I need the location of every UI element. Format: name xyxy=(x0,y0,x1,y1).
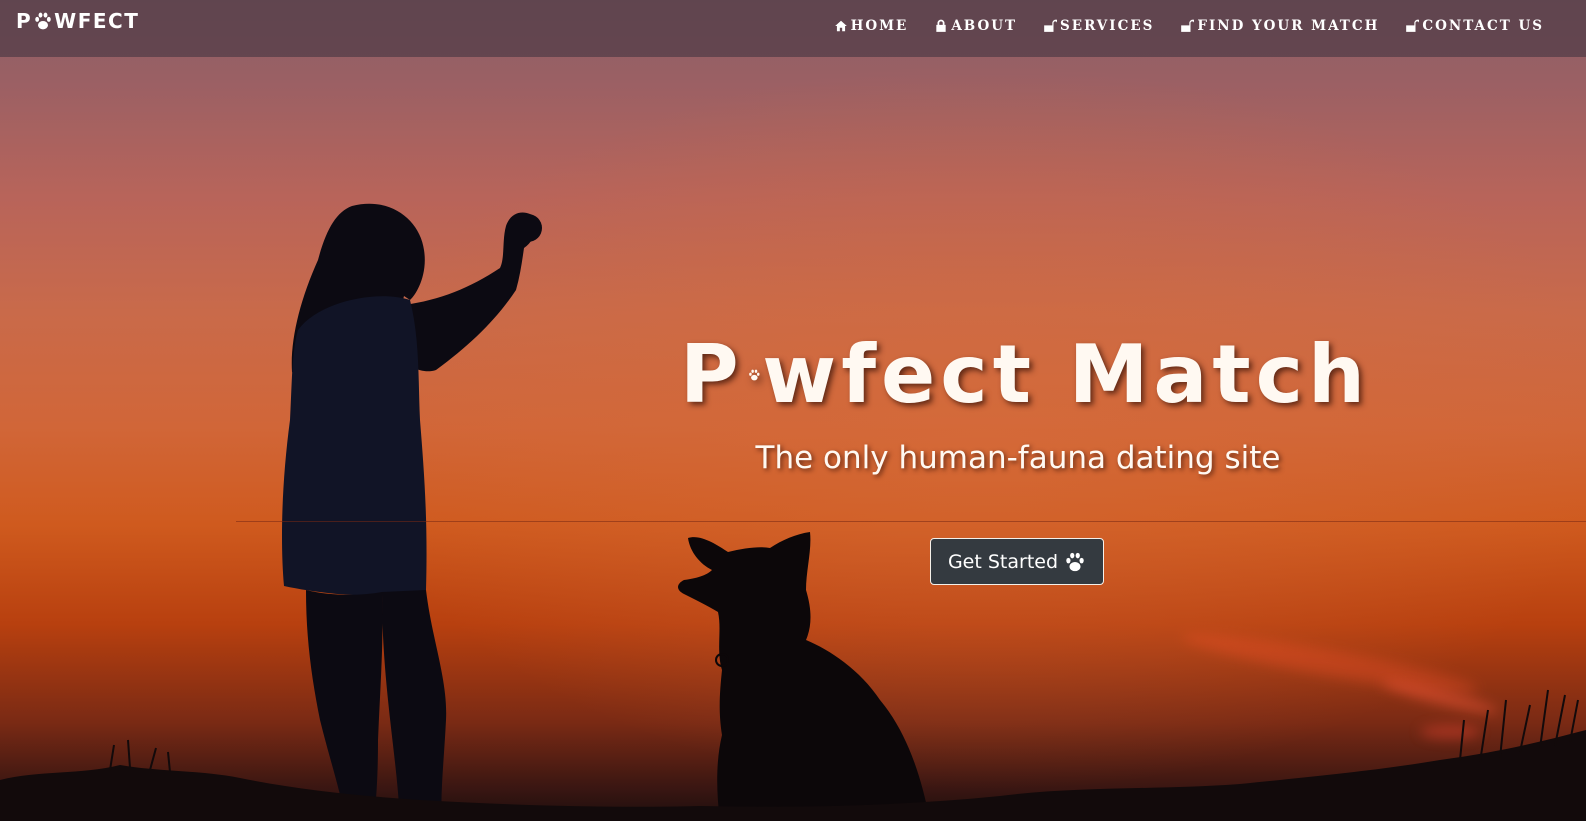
nav-link-label: Services xyxy=(1060,18,1155,34)
nav-link-label: About xyxy=(951,18,1018,34)
brand-logo[interactable]: P WFECT xyxy=(16,9,139,33)
nav-link-find-your-match[interactable]: Find Your Match xyxy=(1180,18,1379,34)
home-icon xyxy=(834,20,847,32)
paw-icon xyxy=(1066,552,1084,571)
brand-suffix: WFECT xyxy=(54,9,140,33)
nav-link-label: Find Your Match xyxy=(1197,18,1380,34)
hero-title: P wfect Match xyxy=(680,325,1370,425)
divider xyxy=(236,521,1586,522)
hero-subtitle: The only human-fauna dating site xyxy=(755,440,1281,476)
nav-link-label: Home xyxy=(850,18,909,34)
nav-links: Home About Services Find Your Match Cont… xyxy=(834,18,1544,34)
nav-link-about[interactable]: About xyxy=(934,18,1017,34)
get-started-label: Get Started xyxy=(947,550,1059,573)
unlock-icon xyxy=(1406,19,1420,32)
nav-link-home[interactable]: Home xyxy=(834,18,909,34)
navbar: P WFECT Home About Services xyxy=(0,0,1586,57)
nav-link-label: Contact Us xyxy=(1422,18,1544,34)
paw-icon xyxy=(35,12,51,30)
paw-icon xyxy=(748,369,760,381)
hero-title-suffix: wfect Match xyxy=(762,328,1370,421)
hero-title-prefix: P xyxy=(680,328,744,421)
get-started-button[interactable]: Get Started xyxy=(930,538,1104,585)
brand-prefix: P xyxy=(16,9,33,33)
nav-link-services[interactable]: Services xyxy=(1043,18,1154,34)
unlock-icon xyxy=(1044,19,1058,32)
landing-page: P WFECT Home About Services xyxy=(0,0,1586,821)
lock-icon xyxy=(936,19,946,32)
unlock-icon xyxy=(1181,19,1195,32)
nav-link-contact-us[interactable]: Contact Us xyxy=(1405,18,1544,34)
